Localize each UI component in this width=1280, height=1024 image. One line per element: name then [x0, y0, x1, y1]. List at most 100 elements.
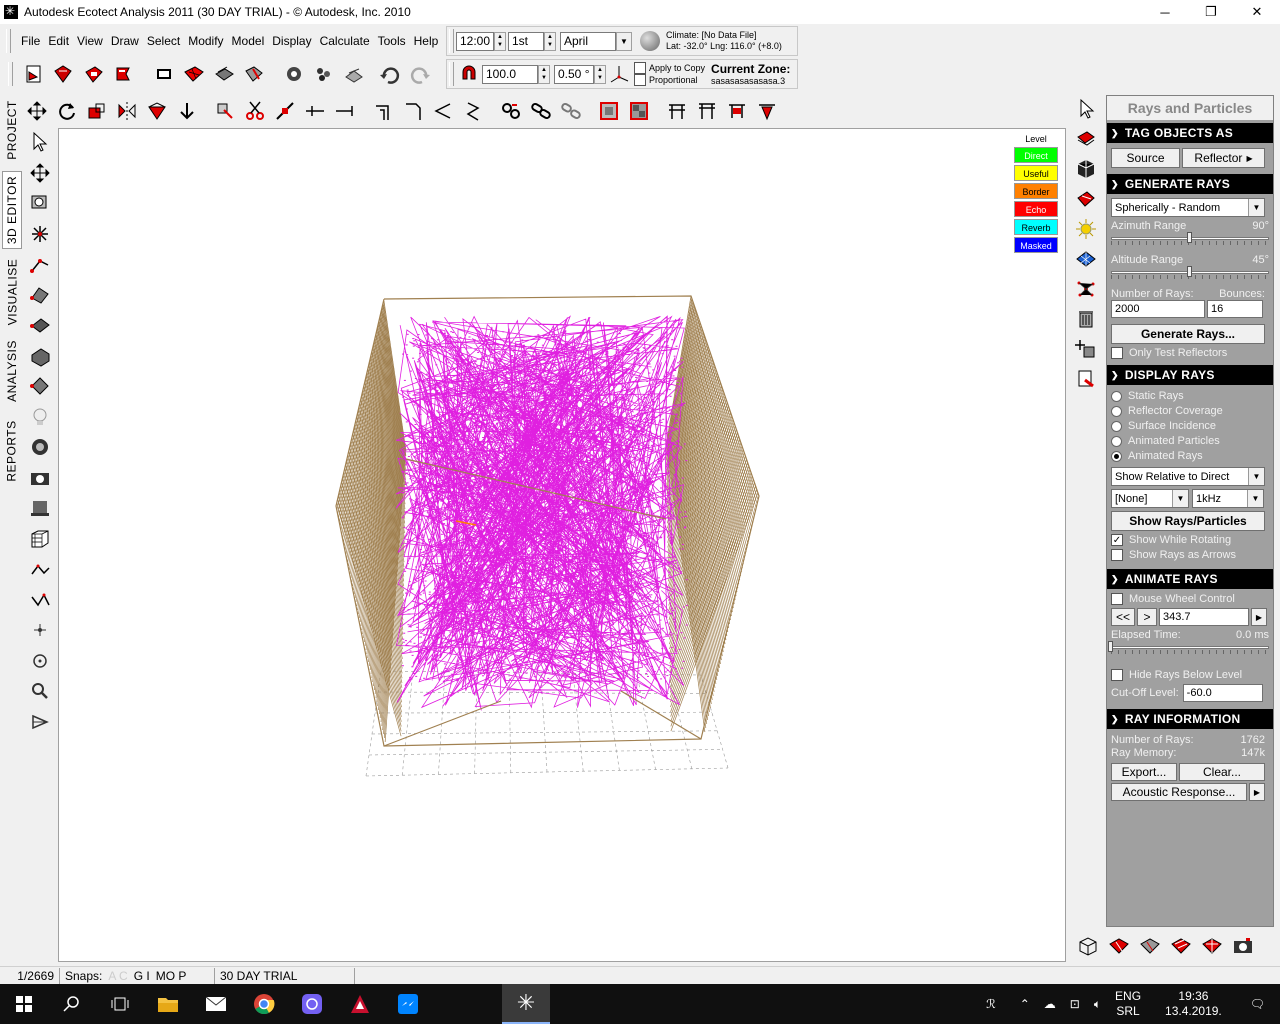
- export-rays-button[interactable]: Export...: [1111, 763, 1177, 781]
- open-model-icon[interactable]: [51, 61, 77, 87]
- animated-rays-radio[interactable]: [1111, 450, 1122, 462]
- altitude-slider[interactable]: [1111, 266, 1269, 280]
- corner-icon[interactable]: [370, 98, 396, 124]
- only-test-reflectors-checkbox[interactable]: [1111, 347, 1123, 359]
- light-icon[interactable]: [26, 403, 54, 431]
- messenger-icon[interactable]: [384, 984, 432, 1024]
- zigzag-icon[interactable]: [460, 98, 486, 124]
- chrome-icon[interactable]: [240, 984, 288, 1024]
- day-spinner[interactable]: ▲ ▼: [544, 31, 556, 51]
- generate-rays-button[interactable]: Generate Rays...: [1111, 324, 1265, 344]
- mirror-icon[interactable]: [114, 98, 140, 124]
- plane-icon[interactable]: [26, 281, 54, 309]
- zoom-window-icon[interactable]: [26, 189, 54, 217]
- speaker-icon[interactable]: [26, 433, 54, 461]
- menu-select[interactable]: Select: [143, 34, 184, 48]
- show-relative-select[interactable]: Show Relative to Direct ▼: [1111, 467, 1265, 486]
- task-view-icon[interactable]: [96, 984, 144, 1024]
- cloud-icon[interactable]: ☁: [1037, 997, 1063, 1011]
- break-icon[interactable]: [272, 98, 298, 124]
- cube-icon[interactable]: [1072, 155, 1100, 183]
- acoustic-response-menu-button[interactable]: ▶: [1249, 783, 1265, 801]
- windows-start-icon[interactable]: [0, 984, 48, 1024]
- extend-line-icon[interactable]: [332, 98, 358, 124]
- pointer-icon[interactable]: [26, 128, 54, 156]
- scale-field[interactable]: 100.0: [482, 64, 538, 84]
- azimuth-slider-thumb[interactable]: [1187, 232, 1192, 243]
- language-indicator[interactable]: ENG SRL: [1108, 989, 1148, 1019]
- roof-icon[interactable]: [26, 372, 54, 400]
- export-icon[interactable]: [111, 61, 137, 87]
- angle-field[interactable]: 0.50 °: [554, 64, 594, 84]
- network-icon[interactable]: ⊡: [1063, 997, 1087, 1011]
- static-rays-radio[interactable]: [1111, 390, 1122, 402]
- show-rays-arrows-checkbox[interactable]: [1111, 549, 1123, 561]
- perspective-icon[interactable]: [26, 708, 54, 736]
- move-icon[interactable]: [24, 98, 50, 124]
- volume-icon[interactable]: 🔈︎: [1087, 997, 1108, 1012]
- animate-rays-header[interactable]: ❯ ANIMATE RAYS: [1107, 569, 1273, 589]
- frequency-select[interactable]: 1kHz ▼: [1192, 489, 1264, 508]
- zone-icon[interactable]: [26, 311, 54, 339]
- orbit-icon[interactable]: [26, 616, 54, 644]
- maximize-button[interactable]: ❐: [1188, 0, 1234, 24]
- chevron-up-icon[interactable]: ⌃: [1013, 997, 1037, 1011]
- scale-spinner[interactable]: ▲ ▼: [538, 64, 550, 84]
- grid-analysis-icon[interactable]: [1072, 245, 1100, 273]
- surface-icon[interactable]: [1072, 185, 1100, 213]
- menu-display[interactable]: Display: [268, 34, 315, 48]
- scale-icon[interactable]: [84, 98, 110, 124]
- elapsed-time-slider[interactable]: [1108, 641, 1269, 655]
- camera-view-icon[interactable]: [1229, 933, 1257, 959]
- sun-path-icon[interactable]: [341, 61, 367, 87]
- zone-tools-icon[interactable]: [241, 61, 267, 87]
- camera-icon[interactable]: [26, 464, 54, 492]
- menu-tools[interactable]: Tools: [374, 34, 410, 48]
- menu-file[interactable]: File: [17, 34, 44, 48]
- toolbar-grip[interactable]: [449, 62, 454, 86]
- polyline-icon[interactable]: [26, 555, 54, 583]
- render-surface-icon[interactable]: [181, 61, 207, 87]
- undo-icon[interactable]: [377, 61, 403, 87]
- ecotect-taskbar-icon[interactable]: ✳: [502, 984, 550, 1024]
- tag-reflector-button[interactable]: Reflector ▶: [1182, 148, 1265, 168]
- globe-icon[interactable]: [640, 31, 660, 51]
- month-select[interactable]: April: [560, 31, 616, 51]
- notifications-icon[interactable]: 🗨︎: [1243, 997, 1272, 1011]
- visual-4-icon[interactable]: [1198, 933, 1226, 959]
- visual-1-icon[interactable]: [1105, 933, 1133, 959]
- rays-icon[interactable]: [1072, 275, 1100, 303]
- rewind-button[interactable]: <<: [1111, 608, 1135, 626]
- mail-icon[interactable]: [192, 984, 240, 1024]
- proportional-checkbox[interactable]: [634, 74, 646, 86]
- export-data-icon[interactable]: [1072, 365, 1100, 393]
- toolbar-grip[interactable]: [6, 29, 11, 53]
- clear-rays-button[interactable]: Clear...: [1179, 763, 1265, 781]
- visual-2-icon[interactable]: [1136, 933, 1164, 959]
- close-button[interactable]: ✕: [1234, 0, 1280, 24]
- layer-tools-icon[interactable]: [211, 61, 237, 87]
- arrow-edit-icon[interactable]: [174, 98, 200, 124]
- select-pointer-icon[interactable]: [1072, 95, 1100, 123]
- display-mode-icon[interactable]: [151, 61, 177, 87]
- tab-analysis[interactable]: ANALYSIS: [2, 335, 22, 407]
- animated-particles-radio[interactable]: [1111, 435, 1122, 447]
- angle-spinner[interactable]: ▲ ▼: [594, 64, 606, 84]
- month-dropdown-arrow[interactable]: ▼: [616, 31, 632, 51]
- rotate-icon[interactable]: [54, 98, 80, 124]
- material-icon[interactable]: [1072, 125, 1100, 153]
- toolbar-grip[interactable]: [8, 62, 13, 86]
- altitude-slider-thumb[interactable]: [1187, 266, 1192, 277]
- snaps-flags-b[interactable]: MO P: [156, 968, 187, 984]
- table-icon[interactable]: [664, 98, 690, 124]
- point-icon[interactable]: [26, 220, 54, 248]
- axes-icon[interactable]: [608, 61, 630, 87]
- menu-draw[interactable]: Draw: [107, 34, 143, 48]
- tab-project[interactable]: PROJECT: [2, 95, 22, 165]
- minimize-button[interactable]: ─: [1142, 0, 1188, 24]
- fillet-icon[interactable]: [400, 98, 426, 124]
- curve-icon[interactable]: [26, 586, 54, 614]
- redo-icon[interactable]: [407, 61, 433, 87]
- tag-objects-header[interactable]: ❯ TAG OBJECTS AS: [1107, 123, 1273, 143]
- number-of-rays-input[interactable]: 2000: [1111, 300, 1205, 318]
